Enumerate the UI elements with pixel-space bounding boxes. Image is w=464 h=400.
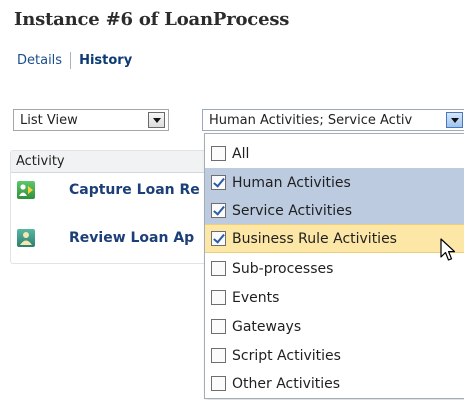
filter-option-gateways[interactable]: Gateways: [205, 312, 464, 341]
view-select-value: List View: [20, 112, 78, 128]
filter-option-other-activities[interactable]: Other Activities: [205, 369, 464, 398]
checkbox[interactable]: [211, 261, 226, 276]
checkbox[interactable]: [211, 376, 226, 391]
activity-link[interactable]: Capture Loan Re: [69, 182, 200, 198]
chevron-down-icon: [152, 117, 161, 123]
activity-table: Activity Capture Loan Re Review Loan Ap: [10, 150, 212, 264]
view-select[interactable]: List View: [13, 109, 169, 131]
filter-option-human-activities[interactable]: Human Activities: [205, 168, 464, 197]
human-activity-icon: [17, 181, 35, 199]
option-label: Sub-processes: [232, 260, 334, 277]
tab-details[interactable]: Details: [17, 53, 62, 68]
option-label: Service Activities: [232, 202, 353, 219]
checkbox[interactable]: [211, 146, 226, 161]
tab-history[interactable]: History: [79, 53, 132, 68]
filter-dropdown-button[interactable]: [446, 112, 463, 128]
checkbox[interactable]: [211, 231, 226, 246]
filter-option-business-rule-activities[interactable]: Business Rule Activities: [205, 224, 464, 253]
filter-option-all[interactable]: All: [205, 139, 464, 168]
filter-option-script-activities[interactable]: Script Activities: [205, 341, 464, 370]
checkbox[interactable]: [211, 319, 226, 334]
option-label: All: [232, 145, 250, 162]
option-label: Human Activities: [232, 174, 351, 191]
filter-option-service-activities[interactable]: Service Activities: [205, 196, 464, 225]
option-label: Business Rule Activities: [232, 230, 397, 247]
checkbox[interactable]: [211, 203, 226, 218]
checkbox[interactable]: [211, 290, 226, 305]
checkbox[interactable]: [211, 348, 226, 363]
table-row[interactable]: Review Loan Ap: [11, 221, 211, 257]
filter-option-events[interactable]: Events: [205, 283, 464, 312]
option-label: Gateways: [232, 318, 302, 335]
table-row[interactable]: Capture Loan Re: [11, 173, 211, 209]
activity-link[interactable]: Review Loan Ap: [69, 230, 194, 246]
filter-select-value: Human Activities; Service Activ: [209, 112, 413, 128]
activity-filter-select[interactable]: Human Activities; Service Activ: [202, 109, 464, 131]
checkbox[interactable]: [211, 175, 226, 190]
tab-separator: [70, 52, 72, 69]
option-label: Other Activities: [232, 375, 341, 392]
page-title: Instance #6 of LoanProcess: [14, 9, 290, 30]
view-dropdown-button[interactable]: [148, 112, 165, 128]
mouse-cursor-icon: [440, 238, 456, 261]
column-header-activity[interactable]: Activity: [11, 151, 211, 173]
activity-filter-dropdown: All Human Activities Service Activities …: [204, 133, 464, 399]
human-task-icon: [17, 229, 35, 247]
option-label: Events: [232, 289, 280, 306]
filter-option-sub-processes[interactable]: Sub-processes: [205, 254, 464, 283]
option-label: Script Activities: [232, 347, 341, 364]
tab-bar: Details History: [17, 52, 132, 69]
chevron-down-icon: [450, 117, 459, 123]
